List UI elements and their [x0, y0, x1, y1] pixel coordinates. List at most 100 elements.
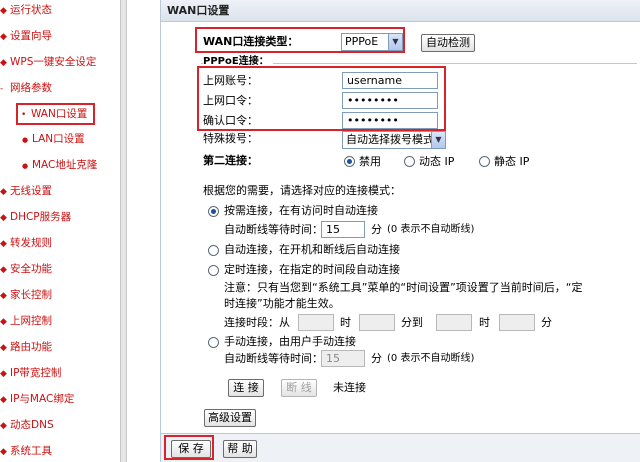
mode-on-demand-radio[interactable]	[208, 206, 219, 217]
period-end-min-input[interactable]	[499, 314, 535, 331]
second-conn-disabled-radio[interactable]	[344, 156, 355, 167]
sidebar-item-label: DHCP服务器	[10, 211, 72, 223]
save-button[interactable]: 保 存	[171, 440, 211, 458]
second-conn-static-radio[interactable]	[479, 156, 490, 167]
idle-time-input[interactable]: 15	[321, 221, 365, 238]
sidebar-item-label: 系统工具	[10, 445, 52, 457]
chevron-down-icon: ▼	[431, 132, 445, 148]
sidebar-item-system-tools[interactable]: ◆ 系统工具	[0, 443, 52, 459]
period-min-label: 分	[541, 316, 552, 329]
advanced-settings-button[interactable]: 高级设置	[204, 409, 256, 427]
chevron-down-icon: ▼	[388, 34, 402, 50]
second-conn-dynamic-radio[interactable]	[404, 156, 415, 167]
sidebar-item-label: 设置向导	[10, 30, 52, 42]
sidebar-item-wps[interactable]: ◆ WPS一键安全设定	[0, 54, 96, 70]
sidebar-item-label: MAC地址克隆	[32, 159, 98, 171]
sidebar-item-label: WAN口设置	[31, 108, 88, 120]
sidebar-item-label: 家长控制	[10, 289, 52, 301]
sidebar-item-label: WPS一键安全设定	[10, 56, 97, 68]
mode-intro-text: 根据您的需要，请选择对应的连接模式：	[203, 184, 401, 197]
sidebar-item-wan[interactable]: • WAN口设置	[16, 103, 96, 125]
period-start-hour-input[interactable]	[298, 314, 334, 331]
idle-time-input-manual[interactable]: 15	[321, 350, 365, 367]
sidebar-item-parental[interactable]: ◆ 家长控制	[0, 287, 52, 303]
idle-time-hint-manual: (0 表示不自动断线)	[387, 353, 475, 364]
timed-note-line2: 时连接”功能才能生效。	[224, 297, 340, 310]
sidebar-scrollbar[interactable]	[120, 0, 127, 462]
conn-type-value: PPPoE	[345, 35, 379, 48]
sidebar-item-wizard[interactable]: ◆ 设置向导	[0, 28, 52, 44]
bullet-icon: ◆	[0, 343, 7, 353]
confirm-password-label: 确认口令：	[203, 114, 258, 127]
bullet-icon: ◆	[0, 265, 7, 275]
sidebar-item-security[interactable]: ◆ 安全功能	[0, 261, 52, 277]
second-conn-static-label: 静态 IP	[494, 155, 530, 168]
mode-auto-radio[interactable]	[208, 245, 219, 256]
bullet-icon: ◆	[0, 421, 7, 431]
timed-note-line1: 注意：只有当您到“系统工具”菜单的“时间设置”项设置了当前时间后，“定	[224, 281, 583, 294]
bullet-icon: ◆	[0, 213, 7, 223]
username-label: 上网账号：	[203, 74, 258, 87]
period-label: 连接时段：从	[224, 316, 290, 329]
period-hour-label: 时	[340, 316, 351, 329]
username-input[interactable]: username	[342, 72, 438, 89]
sidebar-item-bandwidth[interactable]: ◆ IP带宽控制	[0, 365, 61, 381]
sidebar-item-dhcp[interactable]: ◆ DHCP服务器	[0, 209, 71, 225]
second-conn-disabled-label: 禁用	[359, 155, 381, 168]
sidebar-item-label: 转发规则	[10, 237, 52, 249]
special-dial-select[interactable]: 自动选择拨号模式 ▼	[342, 131, 446, 149]
sidebar-item-ip-mac-binding[interactable]: ◆ IP与MAC绑定	[0, 391, 74, 407]
mode-on-demand-label: 按需连接，在有访问时自动连接	[224, 204, 378, 217]
period-hour2-label: 时	[479, 316, 490, 329]
bullet-icon: -	[0, 84, 4, 94]
sidebar-item-lan[interactable]: ● LAN口设置	[22, 131, 85, 147]
sidebar-item-label: IP带宽控制	[10, 367, 62, 379]
frame-gutter	[127, 0, 160, 462]
sidebar-item-ddns[interactable]: ◆ 动态DNS	[0, 417, 54, 433]
sidebar-item-access-control[interactable]: ◆ 上网控制	[0, 313, 52, 329]
help-button[interactable]: 帮 助	[223, 440, 257, 458]
auto-detect-button[interactable]: 自动检测	[421, 34, 475, 52]
password-input[interactable]: ••••••••	[342, 92, 438, 109]
sidebar-item-label: 动态DNS	[10, 419, 54, 431]
bullet-icon: ◆	[0, 239, 7, 249]
mode-timed-radio[interactable]	[208, 265, 219, 276]
sidebar-nav: ◆ 运行状态 ◆ 设置向导 ◆ WPS一键安全设定 - 网络参数 • WAN口设置 ● LA…	[0, 0, 120, 462]
connect-button[interactable]: 连 接	[228, 379, 264, 397]
mode-manual-radio[interactable]	[208, 337, 219, 348]
password-label: 上网口令：	[203, 94, 258, 107]
sidebar-item-label: 上网控制	[10, 315, 52, 327]
period-start-min-input[interactable]	[359, 314, 395, 331]
sidebar-item-mac-clone[interactable]: ● MAC地址克隆	[22, 157, 97, 173]
bullet-icon: ◆	[0, 447, 7, 457]
sidebar-item-label: 运行状态	[10, 4, 52, 16]
wan-settings-panel: WAN口设置 WAN口连接类型： PPPoE ▼ 自动检测 PPPoE连接： 上…	[160, 0, 640, 462]
confirm-password-input[interactable]: ••••••••	[342, 112, 438, 129]
conn-type-label: WAN口连接类型：	[203, 35, 299, 48]
sidebar-item-forwarding[interactable]: ◆ 转发规则	[0, 235, 52, 251]
sidebar-item-label: 安全功能	[10, 263, 52, 275]
sidebar-item-network[interactable]: - 网络参数	[0, 80, 52, 96]
idle-time-unit-manual: 分	[371, 352, 382, 365]
bullet-icon: ◆	[0, 187, 7, 197]
mode-manual-label: 手动连接，由用户手动连接	[224, 335, 356, 348]
sidebar-item-label: 网络参数	[10, 82, 52, 94]
sidebar-item-routing[interactable]: ◆ 路由功能	[0, 339, 52, 355]
sidebar-item-wireless[interactable]: ◆ 无线设置	[0, 183, 52, 199]
bullet-icon: ◆	[0, 6, 7, 16]
connection-status: 未连接	[333, 381, 366, 394]
bullet-icon: ◆	[0, 32, 7, 42]
sidebar-item-status[interactable]: ◆ 运行状态	[0, 2, 52, 18]
bullet-icon: ◆	[0, 317, 7, 327]
idle-time-label-manual: 自动断线等待时间：	[224, 352, 323, 365]
bullet-icon: •	[21, 110, 27, 120]
sidebar-item-label: LAN口设置	[32, 133, 85, 145]
mode-timed-label: 定时连接，在指定的时间段自动连接	[224, 263, 400, 276]
sidebar-item-label: 路由功能	[10, 341, 52, 353]
bullet-icon: ◆	[0, 58, 7, 68]
mode-auto-label: 自动连接，在开机和断线后自动连接	[224, 243, 400, 256]
conn-type-select[interactable]: PPPoE ▼	[341, 33, 403, 51]
bullet-icon: ◆	[0, 291, 7, 301]
period-end-hour-input[interactable]	[436, 314, 472, 331]
disconnect-button[interactable]: 断 线	[281, 379, 317, 397]
